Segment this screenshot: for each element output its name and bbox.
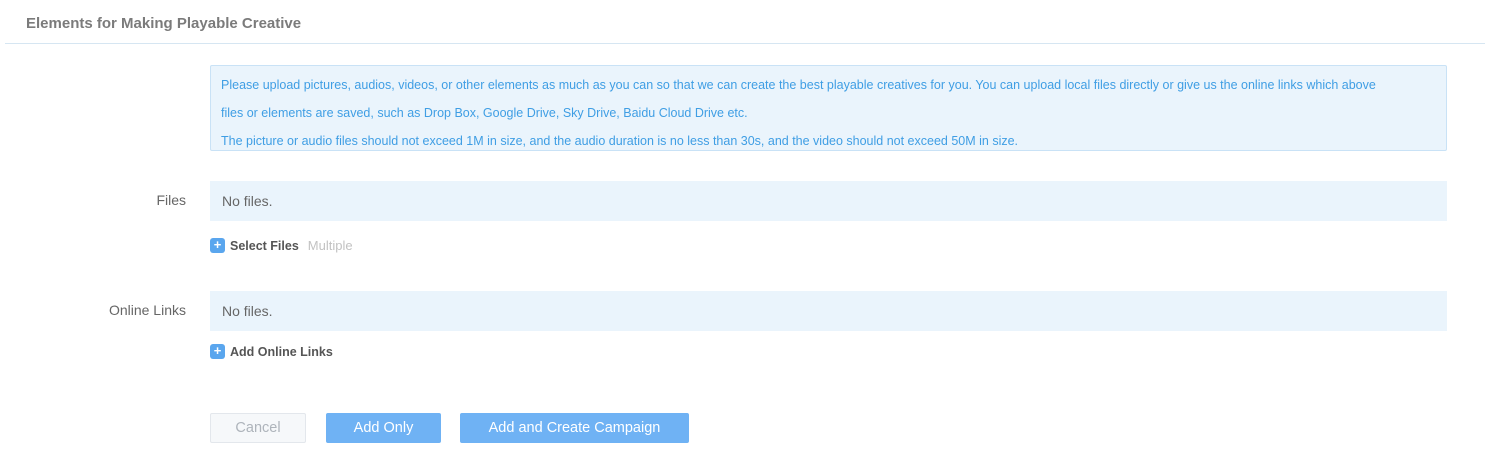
- notice-line-2: files or elements are saved, such as Dro…: [221, 106, 748, 120]
- select-files-button[interactable]: + Select Files Multiple: [210, 238, 353, 253]
- add-and-create-campaign-button[interactable]: Add and Create Campaign: [460, 413, 689, 443]
- add-online-links-label: Add Online Links: [230, 344, 333, 359]
- cancel-button[interactable]: Cancel: [210, 413, 306, 443]
- add-online-links-button[interactable]: + Add Online Links: [210, 344, 333, 359]
- online-links-label: Online Links: [108, 302, 186, 318]
- section-header: Elements for Making Playable Creative: [5, 0, 1485, 44]
- section-title: Elements for Making Playable Creative: [26, 15, 302, 32]
- select-files-label: Select Files: [230, 238, 299, 253]
- files-list: No files.: [210, 181, 1447, 221]
- notice-line-1: Please upload pictures, audios, videos, …: [221, 78, 1376, 92]
- select-files-hint: Multiple: [307, 238, 353, 253]
- files-label: Files: [156, 192, 186, 208]
- add-only-button[interactable]: Add Only: [326, 413, 441, 443]
- plus-icon: +: [210, 344, 225, 359]
- files-empty-text: No files.: [222, 193, 273, 209]
- plus-icon: +: [210, 238, 225, 253]
- upload-notice: Please upload pictures, audios, videos, …: [210, 65, 1447, 151]
- online-links-empty-text: No files.: [222, 303, 273, 319]
- online-links-list: No files.: [210, 291, 1447, 331]
- notice-line-3: The picture or audio files should not ex…: [221, 134, 1019, 148]
